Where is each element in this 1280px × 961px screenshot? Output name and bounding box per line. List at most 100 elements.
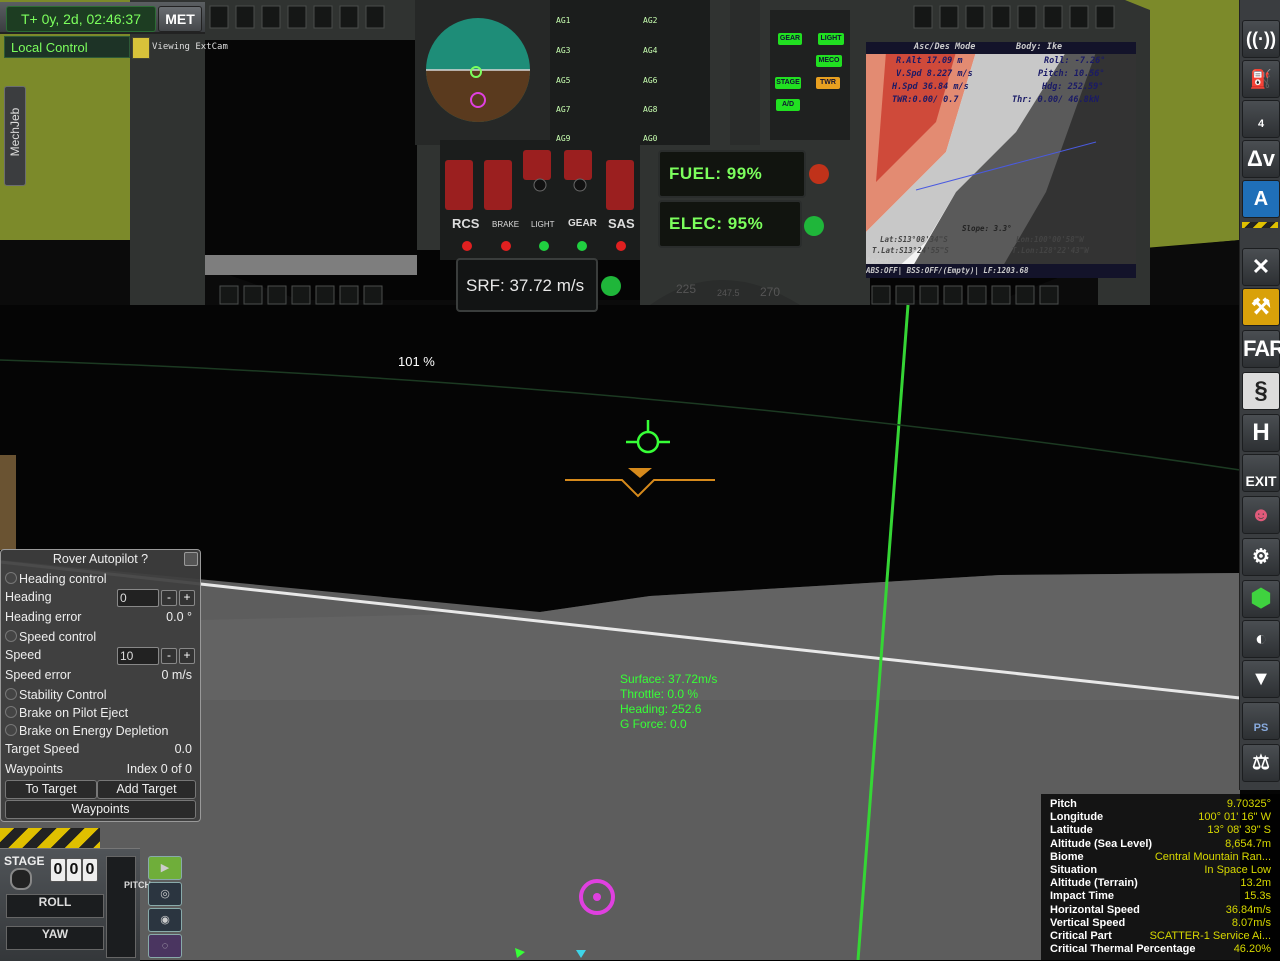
add-target-button[interactable]: Add Target: [97, 780, 196, 799]
speed-plus-button[interactable]: +: [179, 648, 195, 664]
farc-icon[interactable]: FARc: [1242, 330, 1280, 368]
hud-percent: 101 %: [398, 354, 435, 369]
robot-arm-icon[interactable]: ⚙: [1242, 538, 1280, 576]
brake-pilot-eject-toggle[interactable]: Brake on Pilot Eject: [5, 704, 128, 722]
ag6-label[interactable]: AG6: [643, 76, 657, 85]
fuel-drop-icon[interactable]: ⛽: [1242, 60, 1280, 98]
route-icon[interactable]: §: [1242, 372, 1280, 410]
green-cube-icon[interactable]: ⬢: [1242, 580, 1280, 618]
mfd-pitch: Pitch: 10.56°: [1038, 69, 1105, 79]
stage-button[interactable]: [10, 868, 32, 890]
ag7-label[interactable]: AG7: [556, 105, 570, 114]
info-key: Vertical Speed: [1050, 916, 1126, 929]
mechjeb-tab[interactable]: MechJeb: [4, 86, 26, 186]
info-value: 100° 01' 16" W: [1198, 811, 1271, 824]
scale-icon[interactable]: ⚖: [1242, 744, 1280, 782]
brake-energy-label: Brake on Energy Depletion: [19, 724, 169, 738]
mfd-screen[interactable]: Asc/Des Mode Body: Ike R.Alt 17.09 m V.S…: [866, 42, 1136, 278]
gear-switch-label[interactable]: GEAR: [568, 218, 597, 229]
info-value: 13° 08' 39" S: [1207, 824, 1271, 837]
hazard-stripe: [0, 828, 100, 848]
exit-button[interactable]: EXIT: [1242, 454, 1280, 492]
mfd-tlat: T.Lat:S13°24'55"S: [872, 246, 949, 255]
stability-control-toggle[interactable]: Stability Control: [5, 686, 107, 704]
heading-plus-button[interactable]: +: [179, 590, 195, 606]
ag4-label[interactable]: AG4: [643, 46, 657, 55]
tools-icon[interactable]: 4: [1242, 100, 1280, 138]
ag0-label[interactable]: AG0: [643, 134, 657, 143]
met-panel: T+ 0y, 2d, 02:46:37 MET: [0, 2, 205, 34]
kerbal-alarm-icon[interactable]: A: [1242, 180, 1280, 218]
camera-label: Viewing ExtCam: [152, 42, 228, 52]
brake-energy-checkbox[interactable]: [5, 724, 17, 736]
light-mode-button[interactable]: LIGHT: [818, 33, 844, 45]
waypoints-button[interactable]: Waypoints: [5, 800, 196, 819]
ag2-label[interactable]: AG2: [643, 16, 657, 25]
ad-mode-button[interactable]: A/D: [776, 99, 800, 111]
hangar-icon[interactable]: H: [1242, 414, 1280, 452]
elec-readout: ELEC: 95%: [669, 214, 764, 233]
gear-mode-button[interactable]: GEAR: [778, 33, 802, 45]
clipboard-icon[interactable]: [132, 37, 150, 59]
light-switch-label[interactable]: LIGHT: [531, 220, 555, 229]
delta-v-icon[interactable]: Δv: [1242, 140, 1280, 178]
docking-mode-icon[interactable]: ◎: [148, 882, 182, 906]
local-control-indicator[interactable]: Local Control: [4, 36, 130, 58]
speed-minus-button[interactable]: -: [161, 648, 177, 664]
speed-control-checkbox[interactable]: [5, 630, 17, 642]
ps-icon[interactable]: PS: [1242, 702, 1280, 740]
speed-input[interactable]: 10: [117, 647, 159, 665]
hud-surface-speed: Surface: 37.72m/s: [620, 672, 718, 686]
wrench-icon[interactable]: ✕: [1242, 248, 1280, 286]
stage-mode-button[interactable]: STAGE: [775, 77, 801, 89]
ag3-label[interactable]: AG3: [556, 46, 570, 55]
heading-control-checkbox[interactable]: [5, 572, 17, 584]
ag1-label[interactable]: AG1: [556, 16, 570, 25]
fuel-gauge: FUEL: 99%: [658, 150, 806, 198]
roll-indicator: ROLL: [6, 894, 104, 918]
ag8-label[interactable]: AG8: [643, 105, 657, 114]
speed-control-label: Speed control: [19, 630, 97, 644]
info-value: 46.20%: [1233, 943, 1271, 956]
hud-data: Surface: 37.72m/s Throttle: 0.0 % Headin…: [620, 672, 717, 732]
maneuver-mode-icon[interactable]: ◌: [148, 934, 182, 958]
repair-wrench-icon[interactable]: ⚒: [1242, 288, 1280, 326]
info-row: Pitch 9.70325°: [1050, 798, 1271, 811]
meco-mode-button[interactable]: MECO: [816, 55, 842, 67]
heading-error-value: 0.0 °: [166, 610, 192, 624]
ag5-label[interactable]: AG5: [556, 76, 570, 85]
info-value: Central Mountain Ran...: [1154, 850, 1271, 863]
met-toggle-button[interactable]: MET: [158, 6, 202, 32]
lemur-icon[interactable]: ◐: [1242, 620, 1280, 658]
map-mode-icon[interactable]: ◉: [148, 908, 182, 932]
brake-switch-label[interactable]: BRAKE: [492, 220, 519, 229]
twr-mode-button[interactable]: TWR: [816, 77, 840, 89]
heading-input[interactable]: 0: [117, 589, 159, 607]
info-key: Longitude: [1050, 811, 1104, 824]
surface-speed-readout: SRF: 37.72 m/s: [466, 276, 585, 295]
stage-digit-1: 0: [50, 858, 66, 882]
ag9-label[interactable]: AG9: [556, 134, 570, 143]
mfd-tlon: T.Lon:128°22'43"W: [1012, 246, 1089, 255]
stage-mode-icon[interactable]: ▶: [148, 856, 182, 880]
heading-control-toggle[interactable]: Heading control: [5, 570, 107, 588]
mfd-lat: Lat:S13°08'34"S: [880, 235, 948, 244]
surface-speed-gauge: SRF: 37.72 m/s: [456, 258, 598, 312]
rover-autopilot-title[interactable]: Rover Autopilot ?: [1, 550, 200, 568]
stability-control-checkbox[interactable]: [5, 688, 17, 700]
rcs-switch-label[interactable]: RCS: [452, 216, 479, 231]
brake-pilot-eject-checkbox[interactable]: [5, 706, 17, 718]
rover-autopilot-window[interactable]: Rover Autopilot ? Heading control Headin…: [0, 549, 201, 822]
wolf-icon[interactable]: ▼: [1242, 660, 1280, 698]
antenna-icon[interactable]: ((·)): [1242, 20, 1280, 58]
heading-minus-button[interactable]: -: [161, 590, 177, 606]
brake-energy-toggle[interactable]: Brake on Energy Depletion: [5, 722, 168, 740]
info-row: Critical Thermal Percentage 46.20%: [1050, 943, 1271, 956]
speed-error-label: Speed error: [5, 668, 72, 682]
info-value: 13.2m: [1240, 877, 1271, 890]
sas-switch-label[interactable]: SAS: [608, 216, 635, 231]
to-target-button[interactable]: To Target: [5, 780, 97, 799]
kerbal-icon[interactable]: ☻: [1242, 496, 1280, 534]
close-button[interactable]: [184, 552, 198, 566]
speed-control-toggle[interactable]: Speed control: [5, 628, 96, 646]
